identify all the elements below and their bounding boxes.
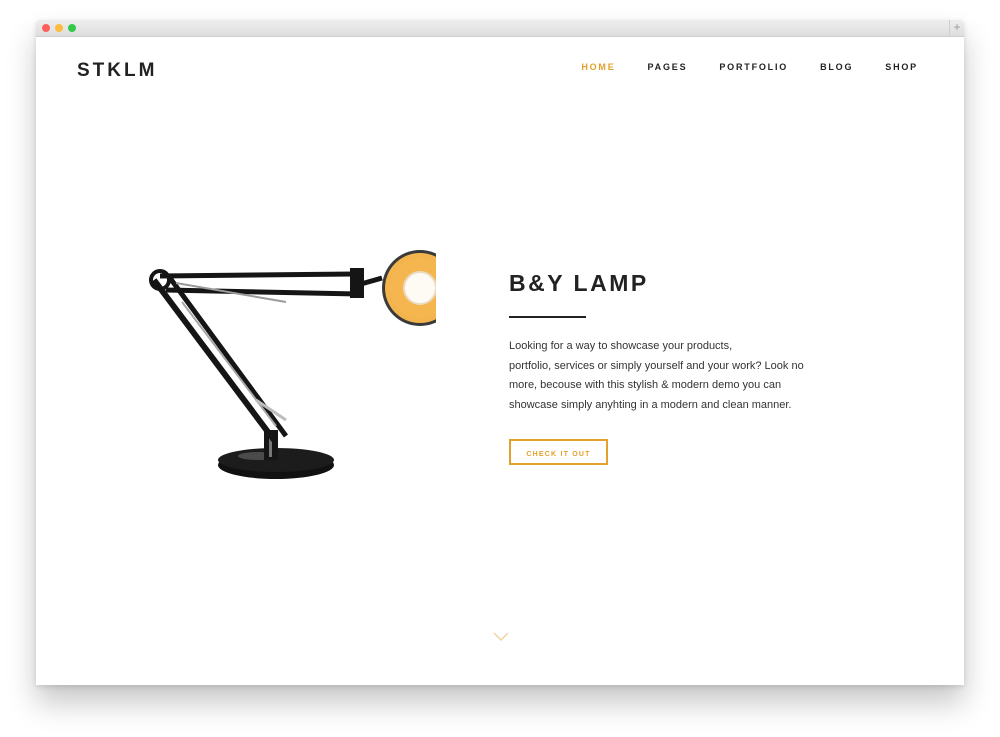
nav-item-portfolio[interactable]: PORTFOLIO xyxy=(719,62,788,72)
main-nav: HOME PAGES PORTFOLIO BLOG SHOP xyxy=(549,62,918,72)
nav-item-shop[interactable]: SHOP xyxy=(885,62,918,72)
site-logo[interactable]: STKLM xyxy=(77,60,157,82)
check-it-out-button[interactable]: CHECK IT OUT xyxy=(509,439,608,465)
product-description: Looking for a way to showcase your produ… xyxy=(509,337,819,415)
nav-item-pages[interactable]: PAGES xyxy=(648,62,688,72)
nav-item-home[interactable]: HOME xyxy=(581,62,615,72)
maximize-window-button[interactable] xyxy=(68,24,76,32)
description-line: Looking for a way to showcase your produ… xyxy=(509,340,733,352)
description-line: portfolio, services or simply yourself a… xyxy=(509,359,804,372)
description-line: more, becouse with this stylish & modern… xyxy=(509,379,782,391)
minimize-window-button[interactable] xyxy=(55,24,63,32)
close-window-button[interactable] xyxy=(42,24,50,32)
product-title: B&Y LAMP xyxy=(509,270,649,296)
lamp-product-image xyxy=(149,250,436,479)
title-divider xyxy=(509,316,586,318)
description-line: showcase simply anyhting in a modern and… xyxy=(509,398,792,411)
nav-item-blog[interactable]: BLOG xyxy=(820,62,853,72)
plus-icon[interactable]: + xyxy=(949,20,964,36)
browser-window: + STKLM HOME PAGES PORTFOLIO BLOG SHOP B… xyxy=(36,20,964,685)
browser-titlebar: + xyxy=(36,20,964,37)
chevron-down-icon[interactable] xyxy=(492,630,510,642)
